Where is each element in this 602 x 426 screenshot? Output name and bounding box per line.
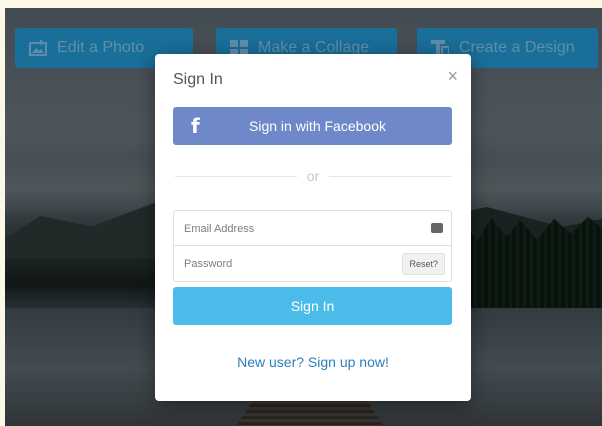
- sign-in-modal: Sign In × f Sign in with Facebook or Res…: [155, 54, 471, 401]
- email-field[interactable]: [182, 211, 416, 247]
- reset-password-button[interactable]: Reset?: [402, 253, 445, 275]
- facebook-sign-in-button[interactable]: f Sign in with Facebook: [173, 107, 452, 145]
- email-field-container: [173, 210, 452, 247]
- photo-edit-icon: [29, 40, 47, 56]
- sign-up-link[interactable]: New user? Sign up now!: [155, 354, 471, 370]
- or-separator: or: [155, 168, 471, 186]
- edit-photo-label: Edit a Photo: [57, 39, 145, 56]
- create-design-label: Create a Design: [459, 39, 575, 56]
- background-photo: Edit a Photo Make a Collage Create a Des…: [5, 8, 602, 426]
- facebook-sign-in-label: Sign in with Facebook: [249, 118, 386, 134]
- password-manager-icon[interactable]: [431, 217, 443, 233]
- modal-title: Sign In: [173, 71, 223, 88]
- or-text: or: [296, 168, 330, 184]
- sign-in-button[interactable]: Sign In: [173, 287, 452, 325]
- password-field-container: Reset?: [173, 246, 452, 282]
- close-icon[interactable]: ×: [447, 66, 458, 87]
- password-field[interactable]: [182, 246, 416, 282]
